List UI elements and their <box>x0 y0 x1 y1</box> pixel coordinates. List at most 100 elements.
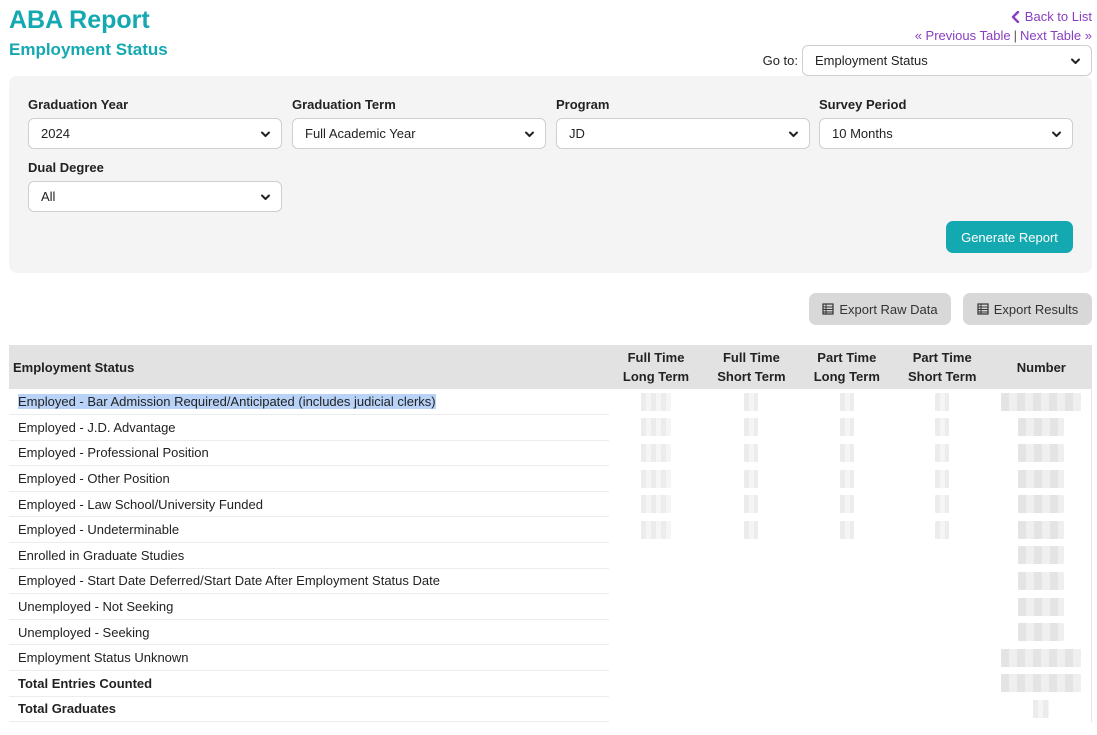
back-to-list-label[interactable]: Back to List <box>1025 9 1092 24</box>
col-part-time-long-term: Part Time Long Term <box>799 345 894 389</box>
table-row: Total Entries Counted <box>9 670 1092 697</box>
table-right-border <box>1091 389 1092 723</box>
row-label: Total Entries Counted <box>9 670 609 697</box>
dual-degree-label: Dual Degree <box>28 160 104 175</box>
goto-value: Employment Status <box>815 53 928 68</box>
page-title: ABA Report <box>9 6 150 34</box>
col-employment-status: Employment Status <box>9 345 609 389</box>
export-results-button[interactable]: Export Results <box>963 293 1092 325</box>
redacted-cell <box>703 440 800 466</box>
goto-label: Go to: <box>762 53 798 68</box>
col-part-time-short-term: Part Time Short Term <box>893 345 991 389</box>
graduation-year-select[interactable]: 2024 <box>28 118 282 149</box>
top-links: Back to List « Previous Table | Next Table… <box>915 9 1092 43</box>
redacted-cell <box>991 568 1092 594</box>
row-label: Employed - Law School/University Funded <box>9 491 609 518</box>
redacted-cell <box>703 466 800 492</box>
export-raw-data-label: Export Raw Data <box>839 301 938 317</box>
next-table-link[interactable]: Next Table » <box>1020 28 1092 43</box>
redacted-cell <box>703 389 800 415</box>
redacted-cell <box>991 491 1092 517</box>
redacted-cell <box>991 671 1092 697</box>
redacted-cell <box>609 466 703 492</box>
back-to-list-link[interactable]: Back to List <box>915 9 1092 24</box>
redacted-cell <box>894 440 991 466</box>
export-raw-data-button[interactable]: Export Raw Data <box>809 293 951 325</box>
chevron-down-icon <box>789 131 798 137</box>
redacted-cell <box>609 491 703 517</box>
table-row: Employed - Other Position <box>9 465 1092 492</box>
redacted-cell <box>991 543 1092 569</box>
redacted-cell <box>991 415 1092 441</box>
survey-period-field: Survey Period 10 Months <box>819 97 1073 149</box>
row-label: Employed - Undeterminable <box>9 516 609 544</box>
row-label: Employed - Start Date Deferred/Start Dat… <box>9 568 609 595</box>
row-label: Employed - Other Position <box>9 465 609 492</box>
redacted-cell <box>991 517 1092 543</box>
redacted-cell <box>609 415 703 441</box>
redacted-cell <box>991 440 1092 466</box>
redacted-cell <box>800 491 894 517</box>
redacted-cell <box>991 389 1092 415</box>
previous-table-link[interactable]: « Previous Table <box>915 28 1011 43</box>
table-header-row: Employment Status Full Time Long Term Ful… <box>9 345 1092 389</box>
filter-panel: Graduation Year 2024 Graduation Term Ful… <box>9 76 1092 273</box>
graduation-term-select[interactable]: Full Academic Year <box>292 118 546 149</box>
col-full-time-long-term: Full Time Long Term <box>609 345 704 389</box>
redacted-cell <box>800 517 894 543</box>
employment-status-table: Employment Status Full Time Long Term Ful… <box>9 345 1092 723</box>
redacted-cell <box>703 517 800 543</box>
spreadsheet-icon <box>822 303 834 315</box>
row-label: Total Graduates <box>9 696 609 723</box>
survey-period-value: 10 Months <box>832 126 893 141</box>
chevron-down-icon <box>1071 58 1080 64</box>
nav-separator: | <box>1013 28 1017 43</box>
chevron-down-icon <box>261 131 270 137</box>
redacted-cell <box>991 696 1092 722</box>
goto-control: Go to: Employment Status <box>763 45 1092 76</box>
dual-degree-value: All <box>41 189 56 204</box>
table-row: Total Graduates <box>9 696 1092 723</box>
row-label: Unemployed - Not Seeking <box>9 593 609 620</box>
col-number: Number <box>990 345 1092 389</box>
row-label: Unemployed - Seeking <box>9 619 609 646</box>
program-select[interactable]: JD <box>556 118 810 149</box>
redacted-cell <box>894 517 991 543</box>
table-row: Employed - Undeterminable <box>9 516 1092 544</box>
graduation-term-label: Graduation Term <box>292 97 396 112</box>
col-full-time-short-term: Full Time Short Term <box>703 345 800 389</box>
graduation-term-value: Full Academic Year <box>305 126 416 141</box>
spreadsheet-icon <box>977 303 989 315</box>
redacted-cell <box>800 440 894 466</box>
program-value: JD <box>569 126 585 141</box>
graduation-year-value: 2024 <box>41 126 70 141</box>
redacted-cell <box>703 415 800 441</box>
generate-report-button[interactable]: Generate Report <box>946 221 1073 253</box>
row-label: Employed - Bar Admission Required/Antici… <box>18 394 436 410</box>
dual-degree-field: Dual Degree All <box>28 160 282 212</box>
row-label: Enrolled in Graduate Studies <box>9 542 609 569</box>
redacted-cell <box>991 466 1092 492</box>
table-row: Unemployed - Not Seeking <box>9 593 1092 620</box>
row-label: Employed - Professional Position <box>9 440 609 467</box>
row-label: Employed - J.D. Advantage <box>9 414 609 441</box>
export-results-label: Export Results <box>993 301 1079 317</box>
redacted-cell <box>894 415 991 441</box>
program-field: Program JD <box>556 97 810 149</box>
redacted-cell <box>800 415 894 441</box>
redacted-cell <box>894 491 991 517</box>
redacted-cell <box>703 491 800 517</box>
redacted-cell <box>800 389 894 415</box>
redacted-cell <box>894 466 991 492</box>
dual-degree-select[interactable]: All <box>28 181 282 212</box>
table-row: Employed - J.D. Advantage <box>9 414 1092 441</box>
graduation-term-field: Graduation Term Full Academic Year <box>292 97 546 149</box>
goto-select[interactable]: Employment Status <box>802 45 1092 76</box>
program-label: Program <box>556 97 610 112</box>
page-subtitle: Employment Status <box>9 40 168 59</box>
row-label: Employment Status Unknown <box>9 644 609 672</box>
chevron-down-icon <box>261 194 270 200</box>
chevron-down-icon <box>525 131 534 137</box>
survey-period-select[interactable]: 10 Months <box>819 118 1073 149</box>
table-nav: « Previous Table | Next Table » <box>915 28 1092 43</box>
